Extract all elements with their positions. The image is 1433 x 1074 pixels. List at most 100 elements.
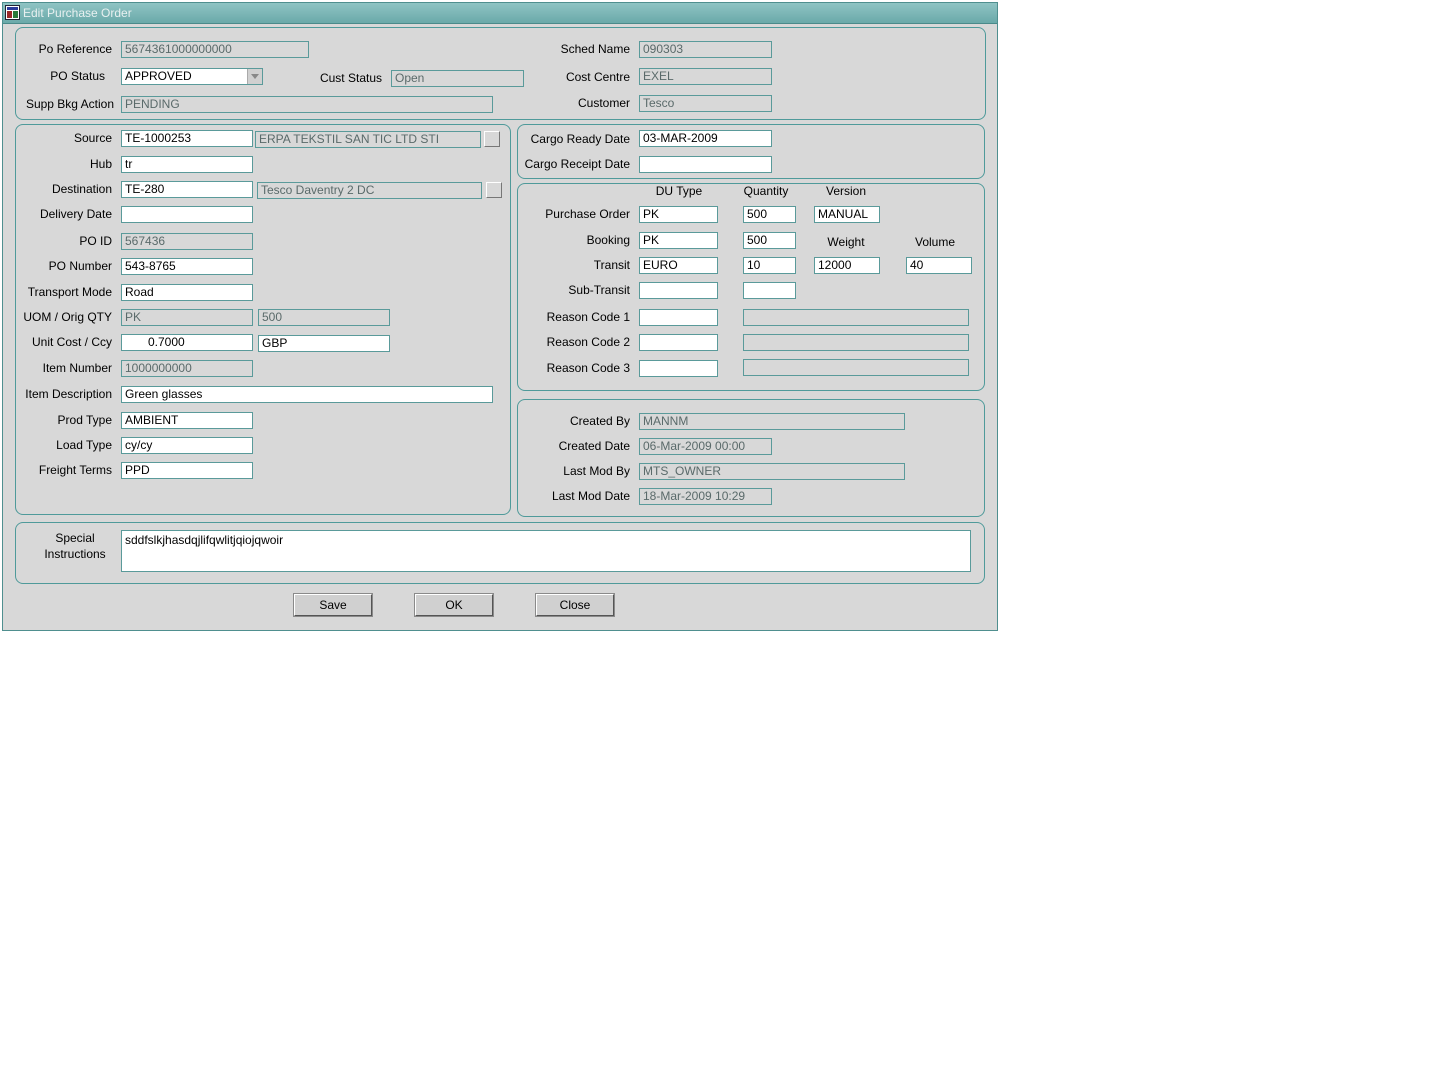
transit-du-type-field[interactable]: EURO: [639, 257, 718, 274]
created-by-label: Created By: [569, 414, 630, 428]
reason-code-2-field[interactable]: [639, 334, 718, 351]
booking-label: Booking: [586, 233, 630, 247]
destination-name-field[interactable]: Tesco Daventry 2 DC: [257, 182, 482, 199]
du-type-header: DU Type: [655, 184, 703, 198]
po-number-field[interactable]: 543-8765: [121, 258, 253, 275]
reason-code-1-label: Reason Code 1: [546, 310, 630, 324]
delivery-date-field[interactable]: [121, 206, 253, 223]
cargo-receipt-date-field[interactable]: [639, 156, 772, 173]
cargo-ready-date-field[interactable]: 03-MAR-2009: [639, 130, 772, 147]
customer-label: Customer: [577, 96, 630, 110]
hub-label: Hub: [89, 157, 112, 171]
po-number-label: PO Number: [48, 259, 112, 273]
po-id-field[interactable]: 567436: [121, 233, 253, 250]
item-number-field[interactable]: 1000000000: [121, 360, 253, 377]
source-name-field[interactable]: ERPA TEKSTIL SAN TIC LTD STI: [255, 131, 481, 148]
item-description-label: Item Description: [25, 387, 112, 401]
sched-name-label: Sched Name: [560, 42, 630, 56]
title-bar[interactable]: Edit Purchase Order: [3, 3, 997, 24]
unit-cost-ccy-label: Unit Cost / Ccy: [31, 335, 112, 349]
special-instructions-label-line2: Instructions: [44, 547, 106, 561]
transit-label: Transit: [593, 258, 630, 272]
supp-bkg-action-label: Supp Bkg Action: [25, 97, 114, 111]
prod-type-field[interactable]: AMBIENT: [121, 412, 253, 429]
special-instructions-label-line1: Special: [55, 531, 95, 545]
created-by-field[interactable]: MANNM: [639, 413, 905, 430]
purchase-order-du-type-field[interactable]: PK: [639, 206, 718, 223]
last-mod-by-label: Last Mod By: [563, 464, 630, 478]
po-status-value: APPROVED: [125, 69, 192, 83]
reason-code-3-desc-field[interactable]: [743, 359, 969, 376]
transport-mode-label: Transport Mode: [27, 285, 112, 299]
quantity-header: Quantity: [743, 184, 789, 198]
save-button[interactable]: Save: [293, 593, 373, 617]
cost-centre-field[interactable]: EXEL: [639, 68, 772, 85]
source-lov-button[interactable]: [484, 131, 500, 147]
cust-status-label: Cust Status: [319, 71, 382, 85]
purchase-order-quantity-field[interactable]: 500: [743, 206, 796, 223]
app-icon: [5, 5, 20, 20]
cargo-ready-date-label: Cargo Ready Date: [530, 132, 630, 146]
created-date-field[interactable]: 06-Mar-2009 00:00: [639, 438, 772, 455]
currency-field[interactable]: GBP: [258, 335, 390, 352]
last-mod-date-label: Last Mod Date: [551, 489, 630, 503]
destination-label: Destination: [51, 182, 112, 196]
po-id-label: PO ID: [79, 234, 112, 248]
sub-transit-label: Sub-Transit: [568, 283, 630, 297]
reason-code-3-label: Reason Code 3: [546, 361, 630, 375]
volume-header: Volume: [914, 235, 956, 249]
load-type-field[interactable]: cy/cy: [121, 437, 253, 454]
transport-mode-field[interactable]: Road: [121, 284, 253, 301]
prod-type-label: Prod Type: [57, 413, 112, 427]
sub-transit-quantity-field[interactable]: [743, 282, 796, 299]
chevron-down-icon[interactable]: [247, 69, 262, 84]
close-button[interactable]: Close: [535, 593, 615, 617]
hub-field[interactable]: tr: [121, 156, 253, 173]
uom-field[interactable]: PK: [121, 309, 253, 326]
last-mod-date-field[interactable]: 18-Mar-2009 10:29: [639, 488, 772, 505]
unit-cost-field[interactable]: 0.7000: [121, 334, 253, 351]
special-instructions-field[interactable]: sddfslkjhasdqjlifqwlitjqiojqwoir: [121, 530, 971, 572]
po-reference-label: Po Reference: [38, 42, 112, 56]
transit-volume-field[interactable]: 40: [906, 257, 972, 274]
item-number-label: Item Number: [42, 361, 112, 375]
transit-weight-field[interactable]: 12000: [814, 257, 880, 274]
freight-terms-label: Freight Terms: [38, 463, 112, 477]
reason-code-2-label: Reason Code 2: [546, 335, 630, 349]
cargo-receipt-date-label: Cargo Receipt Date: [524, 157, 630, 171]
supp-bkg-action-field[interactable]: PENDING: [121, 96, 493, 113]
purchase-order-label: Purchase Order: [545, 207, 630, 221]
sched-name-field[interactable]: 090303: [639, 41, 772, 58]
ok-button[interactable]: OK: [414, 593, 494, 617]
booking-quantity-field[interactable]: 500: [743, 232, 796, 249]
delivery-date-label: Delivery Date: [39, 207, 112, 221]
orig-qty-field[interactable]: 500: [258, 309, 390, 326]
load-type-label: Load Type: [56, 438, 112, 452]
transit-quantity-field[interactable]: 10: [743, 257, 796, 274]
reason-code-3-field[interactable]: [639, 360, 718, 377]
cost-centre-label: Cost Centre: [565, 70, 630, 84]
po-status-label: PO Status: [50, 69, 105, 83]
reason-code-1-desc-field[interactable]: [743, 309, 969, 326]
version-header: Version: [825, 184, 867, 198]
booking-du-type-field[interactable]: PK: [639, 232, 718, 249]
customer-field[interactable]: Tesco: [639, 95, 772, 112]
weight-header: Weight: [827, 235, 865, 249]
edit-purchase-order-window: Edit Purchase Order Po Reference 5674361…: [2, 2, 998, 631]
purchase-order-version-field[interactable]: MANUAL: [814, 206, 880, 223]
sub-transit-du-type-field[interactable]: [639, 282, 718, 299]
source-code-field[interactable]: TE-1000253: [121, 130, 253, 147]
destination-lov-button[interactable]: [486, 182, 502, 198]
destination-code-field[interactable]: TE-280: [121, 181, 253, 198]
window-title: Edit Purchase Order: [23, 6, 132, 20]
po-reference-field[interactable]: 5674361000000000: [121, 41, 309, 58]
po-status-dropdown[interactable]: APPROVED: [121, 68, 263, 85]
reason-code-1-field[interactable]: [639, 309, 718, 326]
last-mod-by-field[interactable]: MTS_OWNER: [639, 463, 905, 480]
uom-orig-qty-label: UOM / Orig QTY: [23, 310, 112, 324]
freight-terms-field[interactable]: PPD: [121, 462, 253, 479]
item-description-field[interactable]: Green glasses: [121, 386, 493, 403]
source-label: Source: [73, 131, 112, 145]
reason-code-2-desc-field[interactable]: [743, 334, 969, 351]
created-date-label: Created Date: [558, 439, 630, 453]
